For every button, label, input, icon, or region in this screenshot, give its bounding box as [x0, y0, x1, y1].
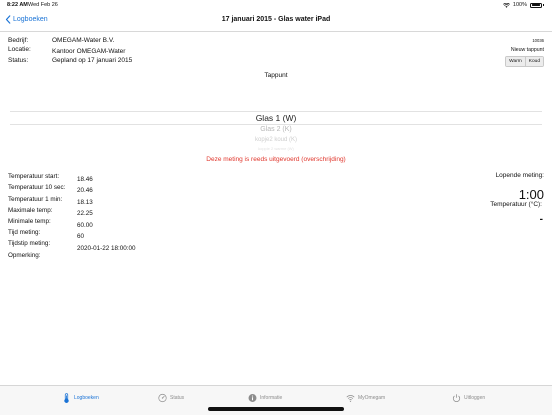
measurement-label: Maximale temp: — [8, 207, 53, 214]
measurement-label: Tijdstip meting: — [8, 240, 51, 247]
home-indicator — [208, 407, 344, 411]
measurement-value: 20.46 — [77, 187, 93, 194]
tab-label: MyOmegam — [358, 395, 386, 401]
picker-option-selected[interactable]: Glas 1 (W) — [0, 113, 552, 123]
logbook-id: 10036 — [532, 38, 544, 43]
tab-myomegam[interactable]: MyOmegam — [346, 393, 385, 403]
remark-label: Opmerking: — [8, 252, 41, 259]
gauge-icon — [158, 393, 167, 403]
timer-display: 1:00 — [518, 187, 544, 202]
measurement-value: 60.00 — [77, 222, 93, 229]
info-icon — [248, 394, 257, 402]
tappunt-label: Tappunt — [264, 72, 288, 79]
picker-divider-bottom — [10, 124, 542, 125]
company-label: Bedrijf: — [8, 37, 29, 44]
segment-warm[interactable]: Warm — [506, 57, 525, 66]
power-icon — [452, 394, 461, 402]
measurement-value: 2020-01-22 18:00:00 — [77, 245, 136, 252]
measurement-value: 18.46 — [77, 176, 93, 183]
wifi-icon — [346, 395, 355, 402]
status-value: Gepland op 17 januari 2015 — [52, 57, 133, 64]
measurement-label: Tijd meting: — [8, 229, 41, 236]
battery-icon — [530, 2, 542, 8]
measurement-label: Minimale temp: — [8, 218, 51, 225]
page-title: 17 januari 2015 - Glas water iPad — [221, 16, 331, 23]
tab-label: Informatie — [260, 395, 283, 401]
temperature-label: Temperatuur (°C): — [490, 201, 542, 208]
location-label: Locatie: — [8, 46, 31, 53]
company-value: OMEGAM-Water B.V. — [52, 37, 115, 44]
measurement-value: 18.13 — [77, 199, 93, 206]
tab-informatie[interactable]: Informatie — [248, 393, 282, 403]
picker-option[interactable]: Glas 2 (K) — [0, 126, 552, 133]
tab-uitloggen[interactable]: Uitloggen — [452, 393, 485, 403]
picker-option[interactable]: koppie 2 warme (W) — [0, 146, 552, 151]
warm-cold-segmented-control: Warm Koud — [505, 56, 544, 67]
status-time: 8:22 AM — [7, 2, 28, 8]
wifi-status-icon — [502, 2, 510, 8]
status-right: 100% — [502, 2, 544, 8]
status-label: Status: — [8, 57, 29, 64]
measurement-label: Temperatuur start: — [8, 173, 60, 180]
running-measurement-label: Lopende meting: — [495, 172, 544, 179]
battery-tip — [543, 3, 544, 7]
location-value: Kantoor OMEGAM-Water — [52, 48, 126, 55]
picker-divider-top — [10, 111, 542, 112]
warning-message: Deze meting is reeds uitgevoerd (oversch… — [206, 156, 346, 163]
navigation-bar: Logboeken 17 januari 2015 - Glas water i… — [0, 10, 552, 32]
picker-option[interactable]: kopje2 koud (K) — [0, 137, 552, 143]
tab-label: Status — [170, 395, 185, 401]
tab-label: Uitloggen — [464, 395, 486, 401]
measurement-value: 60 — [77, 233, 85, 240]
temperature-value: - — [539, 214, 543, 225]
tappunt-picker[interactable]: Glas 1 (W) Glas 2 (K) kopje2 koud (K) ko… — [0, 108, 552, 160]
new-tappunt-label: Nieuw tappunt — [510, 47, 544, 53]
measurement-label: Temperatuur 1 min: — [8, 196, 63, 203]
measurement-value: 22.25 — [77, 210, 93, 217]
measurement-label: Temperatuur 10 sec: — [8, 184, 66, 191]
thermometer-icon — [64, 393, 69, 403]
tab-status[interactable]: Status — [158, 393, 184, 403]
tab-label: Logboeken — [74, 395, 99, 401]
battery-percent: 100% — [512, 2, 527, 8]
tab-logboeken[interactable]: Logboeken — [62, 393, 99, 403]
segment-koud[interactable]: Koud — [524, 57, 543, 66]
status-date: Wed Feb 26 — [28, 2, 58, 8]
status-bar: 8:22 AM Wed Feb 26 100% — [0, 0, 552, 10]
